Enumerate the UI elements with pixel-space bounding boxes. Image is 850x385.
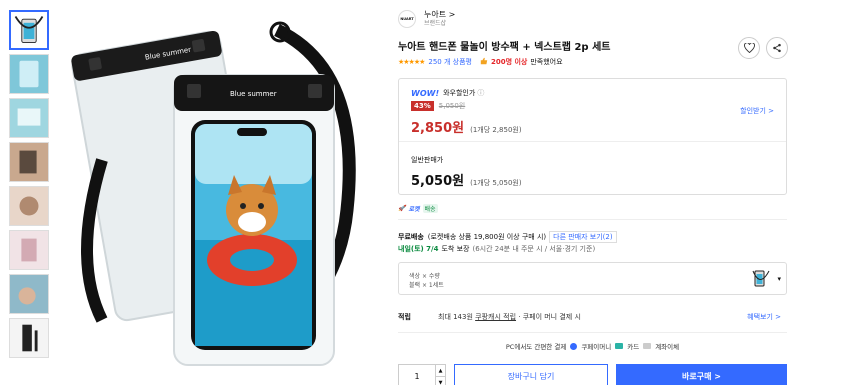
shipping-divider bbox=[398, 219, 787, 220]
buy-now-button[interactable]: 바로구매 > bbox=[616, 364, 787, 385]
free-shipping-row: 무료배송 (로켓배송 상품 19,800원 이상 구매 시) 다른 판매자 보기… bbox=[398, 231, 617, 243]
quantity-stepper[interactable]: 1 ▲ ▼ bbox=[398, 364, 446, 385]
review-count-link[interactable]: 250 개 상품평 bbox=[428, 57, 472, 67]
payment-text: PC에서도 간편한 결제 bbox=[505, 343, 567, 351]
action-icons bbox=[738, 37, 788, 59]
thumbnail-list bbox=[9, 10, 51, 362]
share-icon[interactable] bbox=[766, 37, 788, 59]
payment-method-3: 계좌이체 bbox=[655, 343, 680, 351]
arrival-note: (6시간 24분 내 주문 시 / 서울·경기 기준) bbox=[472, 245, 596, 253]
rocket-icon: 🚀 bbox=[398, 205, 406, 212]
option-thumbnail bbox=[750, 268, 772, 290]
option-selector[interactable]: 색상 × 수량 블랙 × 1세트 ▾ bbox=[398, 262, 787, 295]
original-price: 5,050원 bbox=[438, 102, 466, 110]
normal-unit-price: (1개당 5,050원) bbox=[470, 179, 522, 187]
brand-chevron: > bbox=[448, 10, 456, 19]
wow-unit-price: (1개당 2,850원) bbox=[470, 126, 522, 134]
wow-price: 2,850원 bbox=[411, 121, 465, 136]
brand-subtitle: 브랜드샵 bbox=[424, 20, 447, 27]
thumbnail-8[interactable] bbox=[9, 318, 49, 358]
thumbnail-3[interactable] bbox=[9, 98, 49, 138]
points-suffix: · 쿠페이 머니 결제 시 bbox=[518, 313, 581, 321]
chevron-down-icon: ▾ bbox=[777, 275, 781, 283]
thumbnail-2[interactable] bbox=[9, 54, 49, 94]
wow-label: 와우할인가 bbox=[443, 89, 476, 97]
main-product-image: Blue summer Blue summer bbox=[62, 10, 367, 372]
info-icon[interactable]: ⓘ bbox=[477, 88, 484, 98]
arrival-guarantee: 도착 보장 bbox=[441, 245, 470, 253]
other-seller-button[interactable]: 다른 판매자 보기(2) bbox=[549, 231, 617, 243]
free-shipping-label: 무료배송 bbox=[398, 233, 424, 241]
brand-name[interactable]: 누아트 > bbox=[424, 10, 455, 20]
thumbnail-5[interactable] bbox=[9, 186, 49, 226]
product-detail-panel: NUART 누아트 > 브랜드샵 누아트 핸드폰 물놀이 방수팩 + 넥스트랩 … bbox=[398, 8, 788, 385]
rating-stars: ★★★★★ bbox=[398, 58, 425, 66]
payment-method-1: 쿠페이머니 bbox=[581, 343, 612, 351]
option-header: 색상 × 수량 bbox=[409, 273, 440, 280]
satisfied-count: 200명 이상 bbox=[490, 58, 528, 66]
arrival-date: 내일(토) 7/4 bbox=[398, 245, 439, 253]
satisfied-text: 만족했어요 bbox=[530, 58, 563, 66]
points-text: 최대 143원 쿠팡캐시 적립 · 쿠페이 머니 결제 시 bbox=[438, 312, 581, 322]
rocket-label: 로켓 bbox=[408, 206, 420, 213]
arrival-row: 내일(토) 7/4 도착 보장 (6시간 24분 내 주문 시 / 서울·경기 … bbox=[398, 244, 595, 254]
card-icon bbox=[615, 343, 624, 349]
wishlist-heart-icon[interactable] bbox=[738, 37, 760, 59]
thumbnail-4[interactable] bbox=[9, 142, 49, 182]
quantity-value[interactable]: 1 bbox=[399, 365, 435, 385]
free-shipping-text: (로켓배송 상품 19,800원 이상 구매 시) bbox=[427, 233, 547, 241]
brand-row[interactable]: NUART 누아트 > 브랜드샵 bbox=[398, 8, 788, 30]
points-label: 적립 bbox=[398, 313, 411, 321]
rating-row: ★★★★★ 250 개 상품평 200명 이상 만족했어요 bbox=[398, 57, 563, 67]
brand-logo[interactable]: NUART bbox=[398, 10, 416, 28]
normal-price: 5,050원 bbox=[411, 174, 465, 189]
payment-row: PC에서도 간편한 결제 쿠페이머니 카드 계좌이체 bbox=[398, 341, 787, 351]
quantity-down-button[interactable]: ▼ bbox=[436, 376, 445, 385]
add-to-cart-button[interactable]: 장바구니 담기 bbox=[454, 364, 608, 385]
rocket-tag: 배송 bbox=[422, 204, 438, 213]
points-amount: 최대 143원 bbox=[438, 313, 473, 321]
thumbnail-7[interactable] bbox=[9, 274, 49, 314]
points-divider bbox=[398, 332, 787, 333]
discount-badge: 43% bbox=[411, 101, 434, 111]
bank-icon bbox=[643, 343, 652, 349]
purchase-row: 1 ▲ ▼ 장바구니 담기 바로구매 > bbox=[398, 364, 787, 385]
benefit-link[interactable]: 혜택보기 > bbox=[747, 312, 781, 322]
thumbnail-1[interactable] bbox=[9, 10, 49, 50]
coupon-link[interactable]: 할인받기 > bbox=[740, 106, 774, 116]
price-box: WOW! 와우할인가 ⓘ 43% 5,050원 2,850원 (1개당 2,85… bbox=[398, 78, 787, 195]
option-value: 블랙 × 1세트 bbox=[409, 282, 444, 289]
thumbs-up-icon bbox=[480, 57, 488, 67]
payment-method-2: 카드 bbox=[627, 343, 640, 351]
product-title: 누아트 핸드폰 물놀이 방수팩 + 넥스트랩 2p 세트 bbox=[398, 42, 611, 53]
cash-link[interactable]: 쿠팡캐시 적립 bbox=[475, 313, 516, 321]
brand-name-text: 누아트 bbox=[424, 10, 447, 19]
thumbnail-6[interactable] bbox=[9, 230, 49, 270]
quantity-up-button[interactable]: ▲ bbox=[436, 365, 445, 376]
coupay-icon bbox=[570, 342, 578, 350]
normal-price-label: 일반판매가 bbox=[411, 156, 444, 164]
price-divider bbox=[399, 141, 786, 142]
rocket-delivery-badge: 🚀 로켓 배송 bbox=[398, 204, 438, 213]
front-pouch-label: Blue summer bbox=[230, 90, 277, 98]
wow-logo: WOW! bbox=[411, 88, 440, 98]
